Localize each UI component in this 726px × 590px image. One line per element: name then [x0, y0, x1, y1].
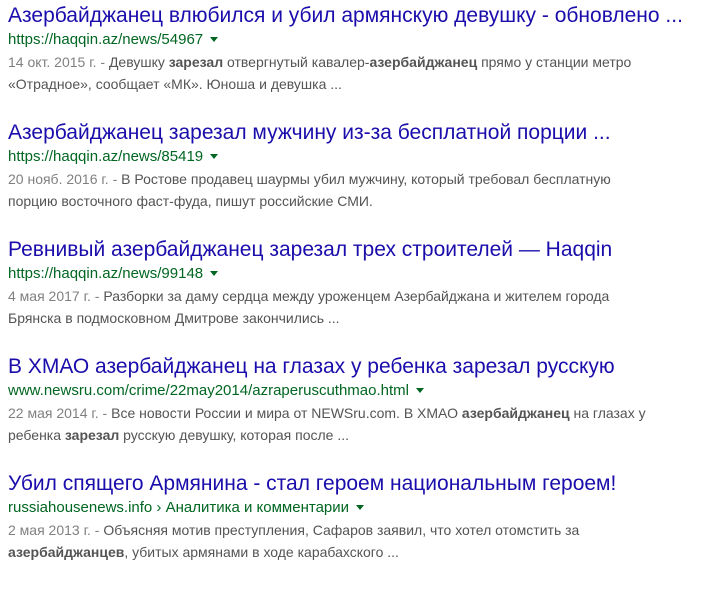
result-title-link[interactable]: Азербайджанец зарезал мужчину из-за бесп… — [8, 120, 724, 146]
result-date: 2 мая 2013 г. - — [8, 522, 104, 538]
snippet-line: ребенка зарезал русскую девушку, которая… — [8, 424, 724, 446]
snippet-text: В Ростове продавец шаурмы убил мужчину, … — [121, 171, 611, 187]
result-date: 22 мая 2014 г. - — [8, 405, 112, 421]
snippet-line: 2 мая 2013 г. - Объясняя мотив преступле… — [8, 519, 724, 541]
snippet-line: 22 мая 2014 г. - Все новости России и ми… — [8, 402, 724, 424]
search-result: Азербайджанец влюбился и убил армянскую … — [8, 3, 724, 95]
caret-down-icon[interactable] — [416, 388, 424, 393]
snippet-text: Разборки за даму сердца между уроженцем … — [103, 288, 610, 304]
result-title-link[interactable]: Азербайджанец влюбился и убил армянскую … — [8, 3, 724, 29]
snippet-text: Брянска в подмосковном Дмитрове закончил… — [8, 310, 340, 326]
snippet-line: 14 окт. 2015 г. - Девушку зарезал отверг… — [8, 51, 724, 73]
result-snippet: 22 мая 2014 г. - Все новости России и ми… — [8, 402, 724, 446]
snippet-line: Брянска в подмосковном Дмитрове закончил… — [8, 307, 724, 329]
snippet-line: 20 нояб. 2016 г. - В Ростове продавец ша… — [8, 168, 724, 190]
snippet-line: порцию восточного фаст-фуда, пишут росси… — [8, 190, 724, 212]
result-url[interactable]: https://haqqin.az/news/85419 — [8, 148, 203, 165]
snippet-text: ребенка — [8, 427, 65, 443]
caret-down-icon[interactable] — [210, 271, 219, 276]
search-result: Ревнивый азербайджанец зарезал трех стро… — [8, 237, 724, 329]
snippet-text: Объясняя мотив преступления, Сафаров зая… — [103, 522, 580, 538]
highlighted-term: зарезал — [168, 54, 224, 70]
search-result: В ХМАО азербайджанец на глазах у ребенка… — [8, 354, 724, 446]
snippet-text: на глазах у — [569, 405, 646, 421]
snippet-text: прямо у станции метро — [477, 54, 632, 70]
search-results-list: Азербайджанец влюбился и убил армянскую … — [8, 3, 724, 588]
result-url-line: russiahousenews.info › Аналитика и комме… — [8, 499, 724, 517]
snippet-text: , убитых армянами в ходе карабахского ..… — [124, 544, 399, 560]
snippet-text: русскую девушку, которая после ... — [119, 427, 350, 443]
highlighted-term: азербайджанцев — [8, 544, 125, 560]
result-title-link[interactable]: Ревнивый азербайджанец зарезал трех стро… — [8, 237, 724, 263]
result-date: 14 окт. 2015 г. - — [8, 54, 109, 70]
snippet-line: 4 мая 2017 г. - Разборки за даму сердца … — [8, 285, 724, 307]
search-result: Убил спящего Армянина - стал героем наци… — [8, 471, 724, 563]
snippet-text: «Отрадное», сообщает «МК». Юноша и девуш… — [8, 76, 342, 92]
result-url[interactable]: https://haqqin.az/news/99148 — [8, 265, 203, 282]
result-url-line: https://haqqin.az/news/54967 — [8, 31, 724, 49]
snippet-text: порцию восточного фаст-фуда, пишут росси… — [8, 193, 373, 209]
snippet-text: отвергнутый кавалер- — [223, 54, 370, 70]
result-title-link[interactable]: Убил спящего Армянина - стал героем наци… — [8, 471, 724, 497]
result-date: 20 нояб. 2016 г. - — [8, 171, 122, 187]
result-snippet: 4 мая 2017 г. - Разборки за даму сердца … — [8, 285, 724, 329]
snippet-text: Все новости России и мира от NEWSru.com.… — [111, 405, 462, 421]
result-url[interactable]: www.newsru.com/crime/22may2014/azraperus… — [8, 382, 409, 399]
result-snippet: 14 окт. 2015 г. - Девушку зарезал отверг… — [8, 51, 724, 95]
result-url-line: www.newsru.com/crime/22may2014/azraperus… — [8, 382, 724, 400]
result-url[interactable]: https://haqqin.az/news/54967 — [8, 31, 203, 48]
result-url-line: https://haqqin.az/news/85419 — [8, 148, 724, 166]
result-title-link[interactable]: В ХМАО азербайджанец на глазах у ребенка… — [8, 354, 724, 380]
result-url-line: https://haqqin.az/news/99148 — [8, 265, 724, 283]
result-url[interactable]: russiahousenews.info › Аналитика и комме… — [8, 499, 349, 516]
snippet-line: азербайджанцев, убитых армянами в ходе к… — [8, 541, 724, 563]
snippet-line: «Отрадное», сообщает «МК». Юноша и девуш… — [8, 73, 724, 95]
search-result: Азербайджанец зарезал мужчину из-за бесп… — [8, 120, 724, 212]
snippet-text: Девушку — [108, 54, 169, 70]
caret-down-icon[interactable] — [356, 505, 365, 510]
caret-down-icon[interactable] — [210, 154, 219, 159]
highlighted-term: азербайджанец — [461, 405, 570, 421]
caret-down-icon[interactable] — [210, 37, 219, 42]
result-snippet: 20 нояб. 2016 г. - В Ростове продавец ша… — [8, 168, 724, 212]
result-snippet: 2 мая 2013 г. - Объясняя мотив преступле… — [8, 519, 724, 563]
highlighted-term: азербайджанец — [369, 54, 478, 70]
result-date: 4 мая 2017 г. - — [8, 288, 104, 304]
highlighted-term: зарезал — [64, 427, 120, 443]
